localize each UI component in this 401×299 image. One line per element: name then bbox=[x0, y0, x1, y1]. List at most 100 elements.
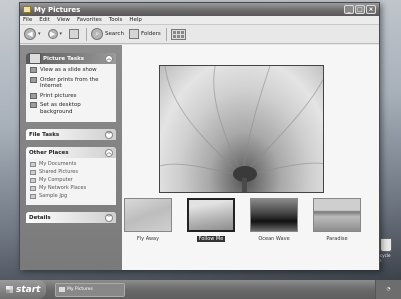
views-button[interactable] bbox=[170, 28, 186, 40]
explorer-window: My Pictures _ □ × File Edit View Favorit… bbox=[19, 2, 380, 270]
thumbnail[interactable]: Paradise bbox=[313, 198, 361, 242]
chevron-down-icon: ▾ bbox=[59, 31, 63, 37]
details-title: Details bbox=[29, 214, 51, 221]
thumbnail-image bbox=[250, 198, 298, 232]
picture-tasks-panel: Picture Tasks ︿ View as a slide show Ord… bbox=[26, 53, 116, 122]
start-label: start bbox=[16, 284, 41, 295]
forward-button[interactable]: ▶ ▾ bbox=[47, 29, 65, 39]
toolbar-separator bbox=[86, 27, 88, 41]
folder-icon bbox=[59, 287, 65, 292]
place-network[interactable]: My Network Places bbox=[30, 185, 112, 191]
content-area: Picture Tasks ︿ View as a slide show Ord… bbox=[20, 45, 379, 270]
file-tasks-panel: File Tasks ﹀ bbox=[26, 129, 116, 140]
toolbar: ◀ ▾ ▶ ▾ ⌕ Search Folders bbox=[20, 25, 379, 44]
folder-icon bbox=[30, 161, 36, 167]
printer-icon bbox=[30, 92, 37, 99]
back-button[interactable]: ◀ ▾ bbox=[24, 28, 43, 40]
thumbnail-image bbox=[313, 198, 361, 232]
desktop-icon bbox=[30, 102, 37, 108]
chevron-down-icon: ▾ bbox=[38, 31, 41, 37]
menu-view[interactable]: View bbox=[57, 17, 70, 23]
thumbnail-caption: Ocean Wave bbox=[258, 236, 290, 242]
filmstrip-view: Fly Away Follow Me Ocean Wave Paradise bbox=[122, 45, 379, 270]
thumbnail[interactable]: Fly Away bbox=[124, 198, 172, 242]
tray-clock-icon: ◔ bbox=[386, 287, 391, 292]
title-bar[interactable]: My Pictures _ □ × bbox=[20, 3, 379, 16]
thumbnail[interactable]: Ocean Wave bbox=[250, 198, 298, 242]
search-button[interactable]: ⌕ Search bbox=[91, 28, 124, 40]
forward-arrow-icon: ▶ bbox=[47, 29, 58, 39]
windows-logo-icon bbox=[6, 286, 13, 293]
place-sample[interactable]: Sample Jpg bbox=[30, 193, 112, 199]
place-my-documents[interactable]: My Documents bbox=[30, 161, 112, 167]
task-label: Set as desktop background bbox=[40, 102, 81, 115]
task-set-background[interactable]: Set as desktop background bbox=[30, 102, 112, 115]
folders-button[interactable]: Folders bbox=[128, 29, 161, 39]
back-arrow-icon: ◀ bbox=[24, 28, 36, 40]
menu-help[interactable]: Help bbox=[129, 17, 142, 23]
collapse-icon[interactable]: ︿ bbox=[105, 54, 113, 63]
folder-icon bbox=[23, 6, 31, 13]
task-pane: Picture Tasks ︿ View as a slide show Ord… bbox=[20, 45, 122, 270]
taskbar: start My Pictures ◔ bbox=[0, 280, 401, 299]
place-label: My Network Places bbox=[39, 185, 87, 191]
folders-label: Folders bbox=[140, 31, 161, 37]
taskbar-window-label: My Pictures bbox=[67, 287, 93, 292]
menu-file[interactable]: File bbox=[23, 17, 32, 23]
computer-icon bbox=[30, 177, 36, 183]
other-places-title: Other Places bbox=[29, 149, 69, 156]
taskbar-window-button[interactable]: My Pictures bbox=[55, 282, 125, 297]
search-icon: ⌕ bbox=[91, 28, 104, 40]
task-print[interactable]: Print pictures bbox=[30, 92, 112, 100]
close-button[interactable]: × bbox=[366, 5, 376, 14]
slideshow-icon bbox=[30, 67, 37, 73]
minimize-button[interactable]: _ bbox=[344, 5, 354, 14]
system-tray: ◔ bbox=[375, 280, 401, 299]
place-label: Sample Jpg bbox=[39, 193, 68, 199]
task-slideshow[interactable]: View as a slide show bbox=[30, 67, 112, 74]
menu-tools[interactable]: Tools bbox=[109, 17, 123, 23]
views-grid-icon bbox=[170, 28, 186, 40]
up-button[interactable] bbox=[69, 29, 81, 39]
thumbnail-selected[interactable]: Follow Me bbox=[187, 198, 235, 242]
thumbnail-strip: Fly Away Follow Me Ocean Wave Paradise bbox=[124, 198, 379, 258]
place-my-computer[interactable]: My Computer bbox=[30, 177, 112, 183]
other-places-panel: Other Places ︿ My Documents Shared Pictu… bbox=[26, 147, 116, 205]
flower-image bbox=[160, 66, 323, 192]
order-prints-icon bbox=[30, 76, 37, 83]
thumbnail-caption: Fly Away bbox=[136, 236, 160, 242]
menu-favorites[interactable]: Favorites bbox=[77, 17, 102, 23]
folder-icon bbox=[30, 193, 36, 199]
task-label: Order prints from the Internet bbox=[40, 76, 99, 90]
file-tasks-header[interactable]: File Tasks ﹀ bbox=[26, 129, 116, 140]
place-label: My Computer bbox=[39, 177, 73, 183]
pictures-icon bbox=[29, 53, 41, 64]
recycle-bin-icon bbox=[380, 238, 392, 252]
thumbnail-image bbox=[124, 198, 172, 232]
picture-tasks-header[interactable]: Picture Tasks ︿ bbox=[26, 53, 116, 64]
other-places-header[interactable]: Other Places ︿ bbox=[26, 147, 116, 158]
file-tasks-title: File Tasks bbox=[29, 131, 60, 138]
thumbnail-image bbox=[187, 198, 235, 232]
task-order-prints[interactable]: Order prints from the Internet bbox=[30, 76, 112, 90]
search-label: Search bbox=[105, 31, 124, 37]
expand-icon[interactable]: ﹀ bbox=[105, 130, 113, 139]
expand-icon[interactable]: ﹀ bbox=[105, 213, 113, 222]
place-label: Shared Pictures bbox=[39, 169, 78, 175]
place-label: My Documents bbox=[39, 161, 77, 167]
details-header[interactable]: Details ﹀ bbox=[26, 212, 116, 223]
start-button[interactable]: start bbox=[0, 280, 46, 299]
window-title: My Pictures bbox=[34, 5, 81, 14]
menu-edit[interactable]: Edit bbox=[39, 17, 50, 23]
thumbnail-caption: Follow Me bbox=[196, 236, 226, 242]
maximize-button[interactable]: □ bbox=[355, 5, 365, 14]
folder-icon bbox=[30, 169, 36, 175]
place-shared-pictures[interactable]: Shared Pictures bbox=[30, 169, 112, 175]
collapse-icon[interactable]: ︿ bbox=[105, 148, 113, 157]
folders-icon bbox=[128, 29, 139, 39]
folder-up-icon bbox=[69, 29, 80, 39]
picture-preview[interactable] bbox=[159, 65, 324, 193]
details-panel: Details ﹀ bbox=[26, 212, 116, 223]
task-label: Print pictures bbox=[40, 92, 77, 99]
thumbnail-caption: Paradise bbox=[326, 236, 348, 242]
